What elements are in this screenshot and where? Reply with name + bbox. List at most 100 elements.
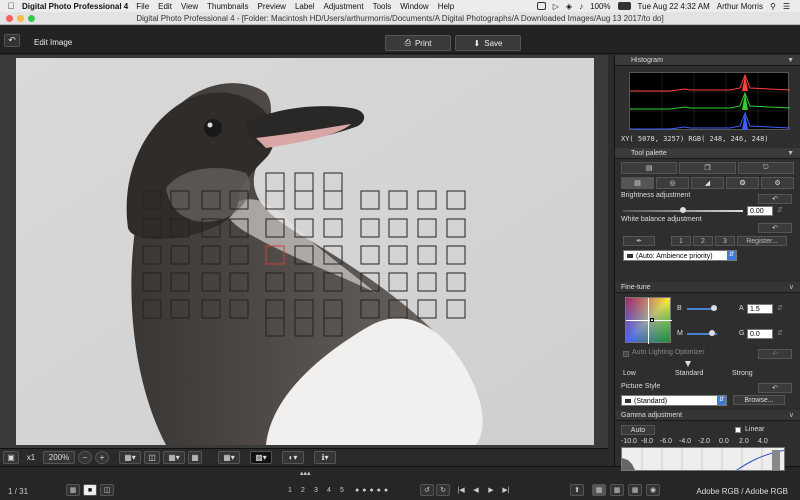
zoom-out-button[interactable]: − [78, 451, 92, 464]
alo-slider[interactable] [685, 361, 691, 367]
tab-crop-icon[interactable]: ❐ [679, 162, 736, 174]
panel-layout-3-icon[interactable]: ▦ [628, 484, 642, 496]
display-icon[interactable] [536, 2, 546, 10]
picture-style-reset-button[interactable]: ↶ [758, 383, 792, 393]
print-button[interactable]: ⎙ Print [385, 35, 451, 51]
next-image-icon[interactable]: ▶ [485, 484, 497, 496]
chevron-down-icon[interactable]: ▼ [787, 150, 794, 157]
brightness-reset-button[interactable]: ↶ [758, 194, 792, 204]
actual-size-button[interactable]: x1 [22, 451, 40, 464]
af-point-toggle-icon[interactable]: ▦▾ [119, 451, 141, 464]
zoom-select[interactable]: 200% [43, 451, 75, 464]
spotlight-icon[interactable]: ⚲ [770, 2, 776, 11]
menu-edit[interactable]: Edit [158, 2, 172, 11]
menu-thumbnails[interactable]: Thumbnails [207, 2, 248, 11]
compare-icon[interactable]: ◫ [144, 451, 160, 464]
wb-mode-select[interactable]: (Auto: Ambience priority) ⇵ [623, 250, 737, 261]
zoom-in-button[interactable]: + [95, 451, 109, 464]
fit-screen-button[interactable]: ▣ [3, 451, 19, 464]
highlight-warning-icon[interactable]: ▩▾ [250, 451, 272, 464]
apple-menu-icon[interactable]:  [0, 1, 22, 11]
tab-adjust-icon[interactable]: ▤ [621, 177, 654, 189]
wb-reset-button[interactable]: ↶ [758, 223, 792, 233]
menu-label[interactable]: Label [295, 2, 315, 11]
alo-reset-button[interactable]: ↶ [758, 349, 792, 359]
menu-tools[interactable]: Tools [373, 2, 392, 11]
collapse-icon[interactable]: ∨ [789, 283, 794, 291]
menu-file[interactable]: File [136, 2, 149, 11]
rating-5-button[interactable]: 5 [338, 484, 346, 496]
menu-view[interactable]: View [181, 2, 198, 11]
back-button[interactable]: ↶ [4, 34, 20, 47]
menu-adjustment[interactable]: Adjustment [324, 2, 364, 11]
notification-center-icon[interactable]: ☰ [783, 2, 790, 11]
brightness-slider-knob[interactable] [680, 207, 686, 213]
rotate-left-icon[interactable]: ↺ [420, 484, 434, 496]
user-name[interactable]: Arthur Morris [717, 2, 763, 11]
first-image-icon[interactable]: |◀ [455, 484, 467, 496]
prev-image-icon[interactable]: ◀ [470, 484, 482, 496]
linear-checkbox[interactable] [735, 427, 741, 433]
export-icon[interactable]: ⬆ [570, 484, 584, 496]
tab-color-icon[interactable]: ◎ [656, 177, 689, 189]
tab-basic-icon[interactable]: ▤ [621, 162, 678, 174]
battery-percent[interactable]: 100% [590, 2, 610, 11]
rating-2-button[interactable]: 2 [299, 484, 307, 496]
menu-preview[interactable]: Preview [258, 2, 286, 11]
layout-icon[interactable]: ▦ [188, 451, 202, 464]
minimize-window-button[interactable] [17, 15, 24, 22]
wb-preset-3[interactable]: 3 [715, 236, 735, 246]
color-grid[interactable] [625, 297, 672, 344]
alo-checkbox[interactable] [623, 351, 629, 357]
gamma-curve-graph[interactable] [621, 447, 785, 471]
collapse-icon[interactable]: ∨ [789, 411, 794, 419]
camera-icon[interactable]: ◉ [646, 484, 660, 496]
grid-display-icon[interactable]: ▦▾ [218, 451, 240, 464]
tab-curve-icon[interactable]: ◢ [691, 177, 724, 189]
panel-layout-2-icon[interactable]: ▦ [610, 484, 624, 496]
battery-icon[interactable] [617, 2, 631, 10]
wb-preset-1[interactable]: 1 [671, 236, 691, 246]
menu-app-name[interactable]: Digital Photo Professional 4 [22, 2, 128, 11]
rotate-right-icon[interactable]: ↻ [436, 484, 450, 496]
gamma-header[interactable]: Gamma adjustment ∨ [615, 410, 800, 421]
volume-icon[interactable]: ♪ [579, 2, 583, 11]
a-value[interactable]: 1.5 [747, 304, 773, 314]
grid-point[interactable] [650, 318, 654, 322]
menu-window[interactable]: Window [400, 2, 428, 11]
a-stepper-icon[interactable]: ⇵ [777, 304, 783, 312]
tab-lens-icon[interactable]: ❂ [726, 177, 759, 189]
bluetooth-icon[interactable]: ▷ [553, 2, 559, 11]
g-stepper-icon[interactable]: ⇵ [777, 329, 783, 337]
menu-help[interactable]: Help [438, 2, 454, 11]
brightness-stepper-icon[interactable]: ⇵ [777, 206, 783, 214]
tool-palette-header[interactable]: Tool palette ▼ [615, 148, 800, 159]
wifi-icon[interactable]: ◈ [566, 2, 572, 11]
rating-3-button[interactable]: 3 [312, 484, 320, 496]
rating-4-button[interactable]: 4 [325, 484, 333, 496]
histogram-header[interactable]: Histogram ▼ [615, 55, 800, 66]
wb-preset-2[interactable]: 2 [693, 236, 713, 246]
fine-tune-header[interactable]: Fine-tune ∨ [615, 282, 800, 293]
shooting-info-icon[interactable]: ◐▾ [282, 451, 304, 464]
gamma-auto-button[interactable]: Auto [621, 425, 655, 435]
mg-slider-knob[interactable] [709, 330, 715, 336]
wb-register-button[interactable]: Register... [737, 236, 787, 246]
collapse-filmstrip-icon[interactable]: ▴▴▴ [300, 469, 311, 477]
chevron-down-icon[interactable]: ▼ [787, 57, 794, 64]
brightness-value[interactable]: 0.00 [747, 206, 773, 216]
browse-button[interactable]: Browse... [733, 395, 785, 405]
zoom-window-button[interactable] [28, 15, 35, 22]
preview-image[interactable] [16, 58, 594, 445]
thumbnail-view-icon[interactable]: ▦ [66, 484, 80, 496]
info-icon[interactable]: ℹ▾ [314, 451, 336, 464]
ba-slider-knob[interactable] [711, 305, 717, 311]
save-button[interactable]: ⬇ Save [455, 35, 521, 51]
single-view-icon[interactable]: ■ [83, 484, 97, 496]
grid-overlay-icon[interactable]: ▦▾ [163, 451, 185, 464]
clock[interactable]: Tue Aug 22 4:32 AM [638, 2, 710, 11]
rating-1-button[interactable]: 1 [286, 484, 294, 496]
close-window-button[interactable] [6, 15, 13, 22]
star-rating-dots[interactable]: ●●●●● [355, 487, 391, 494]
tab-settings-icon[interactable]: ⚙ [761, 177, 794, 189]
